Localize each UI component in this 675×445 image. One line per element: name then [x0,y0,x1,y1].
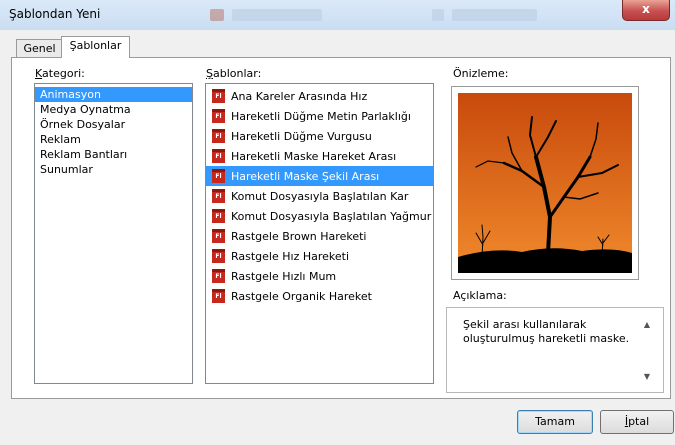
scroll-up-icon[interactable]: ▲ [640,320,654,329]
flash-file-icon: Fl [212,89,225,103]
close-icon: x [642,2,650,16]
template-item[interactable]: Fl Hareketli Düğme Metin Parlaklığı [206,106,433,126]
flash-file-icon: Fl [212,209,225,223]
flash-file-icon: Fl [212,129,225,143]
category-item-reklam-bantlari[interactable]: Reklam Bantları [35,147,192,162]
flash-file-icon: Fl [212,149,225,163]
template-item[interactable]: Fl Hareketli Maske Hareket Arası [206,146,433,166]
preview-label: Önizleme: [453,67,509,80]
cancel-button-label: İptal [624,415,650,428]
template-item-label: Rastgele Hız Hareketi [231,249,350,263]
category-label: Kategori: [35,67,85,80]
scroll-down-icon[interactable]: ▼ [640,372,654,381]
template-item-label: Hareketli Maske Şekil Arası [231,169,380,183]
flash-file-icon: Fl [212,269,225,283]
template-item-label: Ana Kareler Arasında Hız [231,89,368,103]
template-item[interactable]: Fl Ana Kareler Arasında Hız [206,86,433,106]
template-item-label: Rastgele Organik Hareket [231,289,372,303]
title-bar[interactable]: Şablondan Yeni x [0,0,675,30]
template-item[interactable]: Fl Komut Dosyasıyla Başlatılan Kar [206,186,433,206]
template-item[interactable]: Fl Rastgele Hızlı Mum [206,266,433,286]
background-taskbar-item [232,9,322,21]
tab-sablonlar[interactable]: Şablonlar [61,36,130,58]
tab-genel[interactable]: Genel [16,39,63,58]
template-item-label: Rastgele Brown Hareketi [231,229,367,243]
description-box[interactable]: Şekil arası kullanılarak oluşturulmuş ha… [446,307,664,393]
flash-file-icon: Fl [212,109,225,123]
template-item-label: Hareketli Maske Hareket Arası [231,149,397,163]
background-taskbar-item [452,9,537,21]
template-item-label: Rastgele Hızlı Mum [231,269,337,283]
category-item-animasyon[interactable]: Animasyon [35,87,192,102]
template-item[interactable]: Fl Rastgele Organik Hareket [206,286,433,306]
category-list[interactable]: Animasyon Medya Oynatma Örnek Dosyalar R… [34,83,193,384]
template-item-label: Hareketli Düğme Metin Parlaklığı [231,109,411,123]
preview-box [451,86,639,280]
template-item[interactable]: Fl Komut Dosyasıyla Başlatılan Yağmur [206,206,433,226]
cancel-button[interactable]: İptal [600,410,674,434]
template-item[interactable]: Fl Rastgele Brown Hareketi [206,226,433,246]
description-text: Şekil arası kullanılarak oluşturulmuş ha… [463,318,630,345]
tab-label: Şablonlar [69,39,122,52]
preview-tree-image [458,93,632,273]
templates-list[interactable]: Fl Ana Kareler Arasında Hız Fl Hareketli Dü… [205,83,434,384]
template-item-label: Komut Dosyasıyla Başlatılan Kar [231,189,409,203]
template-item[interactable]: Fl Hareketli Maske Şekil Arası [206,166,433,186]
template-item[interactable]: Fl Rastgele Hız Hareketi [206,246,433,266]
dialog-window: Şablondan Yeni x Genel Şablonlar Kategor… [0,0,675,445]
close-button[interactable]: x [622,0,670,21]
flash-file-icon: Fl [212,169,225,183]
category-item-reklam[interactable]: Reklam [35,132,192,147]
ok-button[interactable]: Tamam [517,410,593,434]
category-item-ornek-dosyalar[interactable]: Örnek Dosyalar [35,117,192,132]
ok-button-label: Tamam [535,415,575,428]
tab-label: Genel [23,42,56,55]
background-taskbar-icon [210,9,224,21]
background-taskbar-icon [432,9,444,21]
template-item-label: Komut Dosyasıyla Başlatılan Yağmur [231,209,432,223]
category-item-medya-oynatma[interactable]: Medya Oynatma [35,102,192,117]
template-item-label: Hareketli Düğme Vurgusu [231,129,372,143]
template-item[interactable]: Fl Hareketli Düğme Vurgusu [206,126,433,146]
flash-file-icon: Fl [212,229,225,243]
description-label: Açıklama: [453,289,507,302]
flash-file-icon: Fl [212,289,225,303]
flash-file-icon: Fl [212,249,225,263]
flash-file-icon: Fl [212,189,225,203]
category-item-sunumlar[interactable]: Sunumlar [35,162,192,177]
window-title: Şablondan Yeni [9,7,101,21]
templates-label: Şablonlar: [206,67,262,80]
